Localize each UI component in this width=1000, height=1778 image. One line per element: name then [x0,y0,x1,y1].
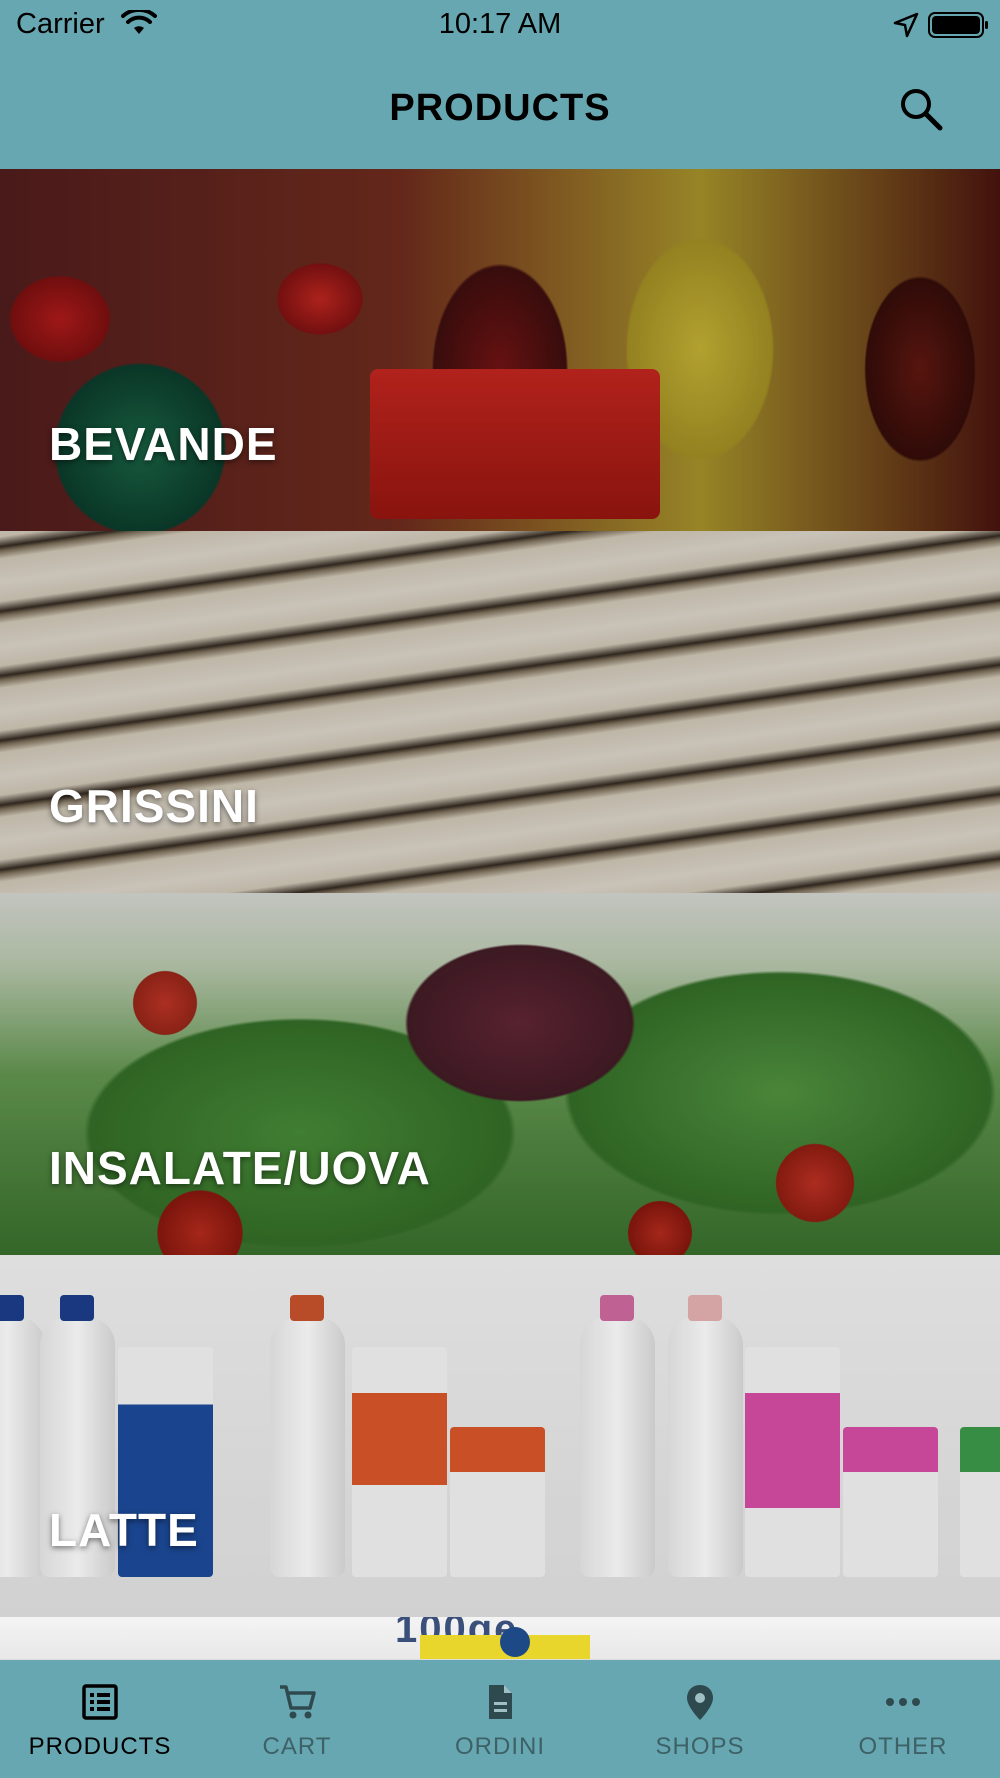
status-bar: Carrier 10:17 AM [0,0,1000,52]
category-label: BEVANDE [49,418,278,470]
search-button[interactable] [896,84,946,134]
category-card-latte[interactable]: LATTE [0,1255,1000,1617]
nav-bar: PRODUCTS [0,52,1000,169]
category-card-partial[interactable]: 100ge [0,1617,1000,1659]
location-arrow-icon [893,12,919,43]
tab-other[interactable]: OTHER [803,1660,1000,1778]
tab-label: PRODUCTS [28,1733,172,1760]
category-card-grissini[interactable]: GRISSINI [0,531,1000,893]
category-label: GRISSINI [49,780,259,832]
more-dots-icon [886,1698,920,1706]
page-title: PRODUCTS [389,87,611,129]
tab-shops[interactable]: SHOPS [600,1660,800,1778]
category-card-insalate[interactable]: INSALATE/UOVA [0,893,1000,1255]
category-card-bevande[interactable]: BEVANDE [0,169,1000,531]
category-label: LATTE [49,1504,199,1556]
tab-products[interactable]: PRODUCTS [0,1660,200,1778]
tab-label: ORDINI [455,1733,545,1760]
cart-icon [280,1685,316,1719]
list-icon [82,1684,118,1720]
category-label: INSALATE/UOVA [49,1142,431,1194]
battery-icon [928,11,990,44]
tab-label: OTHER [858,1733,948,1760]
tab-label: SHOPS [655,1733,745,1760]
tab-bar: PRODUCTS CART ORDINI SHOPS OTHER [0,1660,1000,1778]
category-list[interactable]: BEVANDE GRISSINI INSALATE/UOVA LATTE 100… [0,169,1000,1660]
search-icon [901,89,943,131]
tab-cart[interactable]: CART [197,1660,397,1778]
tab-label: CART [262,1733,332,1760]
location-pin-icon [687,1685,713,1720]
clock: 10:17 AM [438,8,562,40]
document-icon [489,1685,512,1719]
tab-ordini[interactable]: ORDINI [400,1660,600,1778]
